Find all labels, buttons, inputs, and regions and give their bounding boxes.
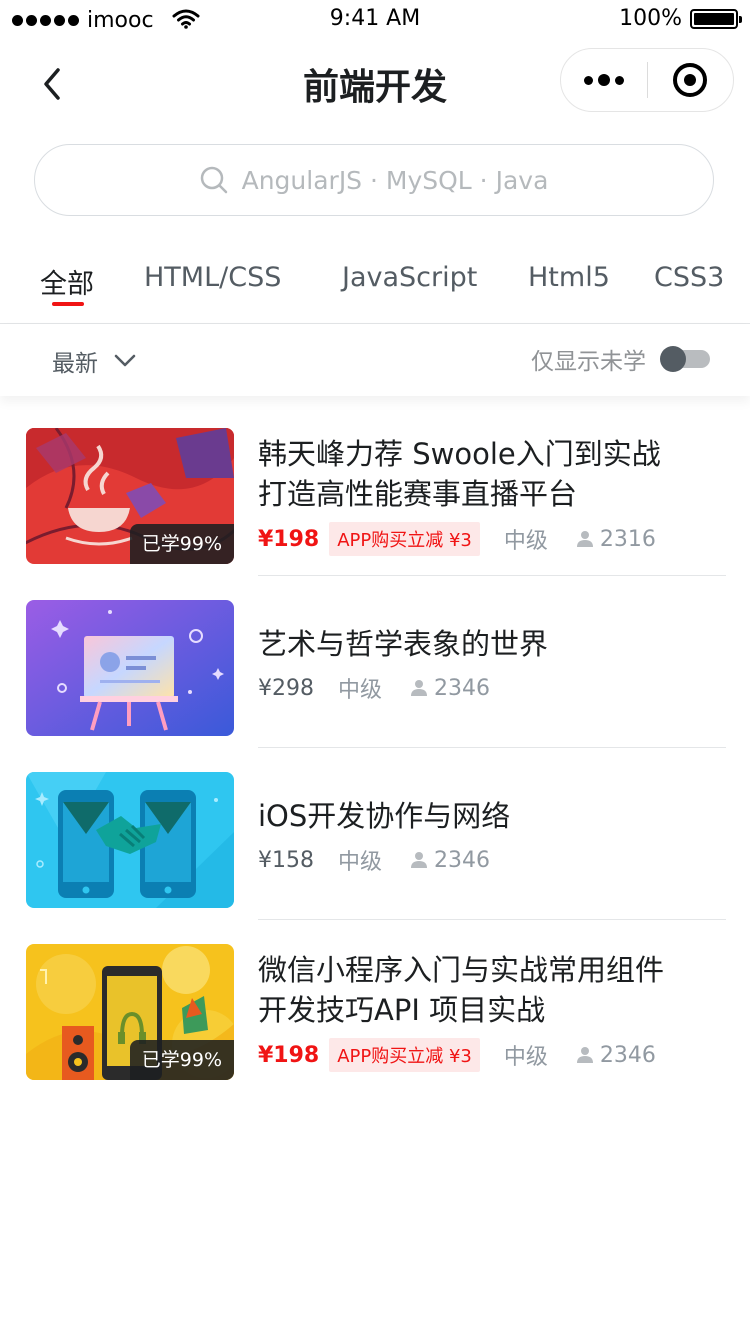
tab-css3[interactable]: CSS3	[654, 262, 724, 293]
course-title-line2: 开发技巧API 项目实战	[258, 993, 546, 1027]
only-unlearned-toggle[interactable]	[660, 346, 710, 372]
nav-bar: 前端开发	[0, 40, 750, 128]
course-level: 中级	[503, 529, 548, 554]
filter-bar: 最新 仅显示未学	[0, 324, 750, 396]
search-icon	[200, 166, 228, 194]
course-thumbnail	[26, 772, 234, 908]
search-input[interactable]: AngularJS · MySQL · Java	[34, 144, 714, 216]
course-thumbnail	[26, 600, 234, 736]
course-thumbnail: 已学99%	[26, 428, 234, 564]
students-count: 2346	[410, 848, 490, 873]
sort-dropdown[interactable]: 最新	[52, 344, 136, 378]
category-tabs: 全部 HTML/CSS JavaScript Html5 CSS3	[0, 240, 750, 324]
battery-icon	[690, 8, 742, 29]
more-button[interactable]	[561, 48, 647, 112]
course-level: 中级	[338, 850, 383, 875]
students-number: 2316	[599, 526, 656, 552]
course-title: 微信小程序入门与实战常用组件	[258, 953, 665, 987]
students-count: 2346	[576, 1043, 656, 1068]
course-level: 中级	[503, 1045, 548, 1070]
promo-tag: APP购买立减 ¥3	[329, 1038, 480, 1072]
sort-label: 最新	[52, 351, 98, 377]
course-title: iOS开发协作与网络	[258, 799, 511, 833]
more-dots-icon	[583, 74, 624, 86]
course-thumbnail: 已学99%	[26, 944, 234, 1080]
course-price: ¥298	[258, 675, 314, 701]
tab-javascript[interactable]: JavaScript	[342, 262, 477, 293]
course-title: 艺术与哲学表象的世界	[258, 627, 549, 661]
tab-html-css[interactable]: HTML/CSS	[144, 262, 281, 293]
chevron-down-icon	[114, 354, 136, 368]
course-price: ¥198	[258, 526, 320, 552]
close-mini-program-button[interactable]	[648, 48, 734, 112]
course-item[interactable]: iOS开发协作与网络 ¥158 中级 2346	[0, 748, 750, 920]
students-number: 2346	[434, 675, 491, 701]
course-item[interactable]: 艺术与哲学表象的世界 ¥298 中级 2346	[0, 576, 750, 748]
course-price: ¥198	[258, 1042, 320, 1068]
user-icon	[576, 531, 593, 547]
promo-tag: APP购买立减 ¥3	[329, 522, 480, 556]
tab-html5[interactable]: Html5	[528, 262, 610, 293]
tab-all[interactable]: 全部	[40, 262, 94, 301]
battery-group: 100%	[619, 6, 742, 31]
only-unlearned-label: 仅显示未学	[531, 349, 646, 375]
students-count: 2316	[576, 527, 656, 552]
course-item[interactable]: 已学99% 微信小程序入门与实战常用组件 开发技巧API 项目实战 ¥198 A…	[0, 920, 750, 1092]
target-icon	[673, 63, 708, 97]
progress-badge: 已学99%	[129, 1040, 234, 1080]
user-icon	[576, 1047, 593, 1063]
students-count: 2346	[410, 676, 490, 701]
course-item[interactable]: 已学99% 韩天峰力荐 Swoole入门到实战 打造高性能赛事直播平台 ¥198…	[0, 404, 750, 576]
students-number: 2346	[434, 847, 491, 873]
active-tab-indicator	[52, 302, 84, 306]
course-level: 中级	[338, 678, 383, 703]
status-bar: imooc 9:41 AM 100%	[0, 0, 750, 40]
battery-percent: 100%	[619, 6, 682, 31]
course-meta: ¥298 中级 2346	[258, 672, 728, 704]
only-unlearned-filter: 仅显示未学	[531, 342, 710, 376]
students-number: 2346	[599, 1042, 656, 1068]
user-icon	[411, 680, 428, 696]
mini-program-capsule	[560, 48, 734, 112]
course-meta: ¥198 APP购买立减 ¥3 中级 2346	[258, 1038, 728, 1072]
course-price: ¥158	[258, 847, 314, 873]
course-meta: ¥198 APP购买立减 ¥3 中级 2316	[258, 522, 728, 556]
progress-badge: 已学99%	[129, 524, 234, 564]
course-title-line2: 打造高性能赛事直播平台	[258, 477, 578, 511]
user-icon	[411, 852, 428, 868]
course-title: 韩天峰力荐 Swoole入门到实战	[258, 437, 661, 471]
search-placeholder: AngularJS · MySQL · Java	[241, 165, 549, 195]
course-meta: ¥158 中级 2346	[258, 844, 728, 876]
